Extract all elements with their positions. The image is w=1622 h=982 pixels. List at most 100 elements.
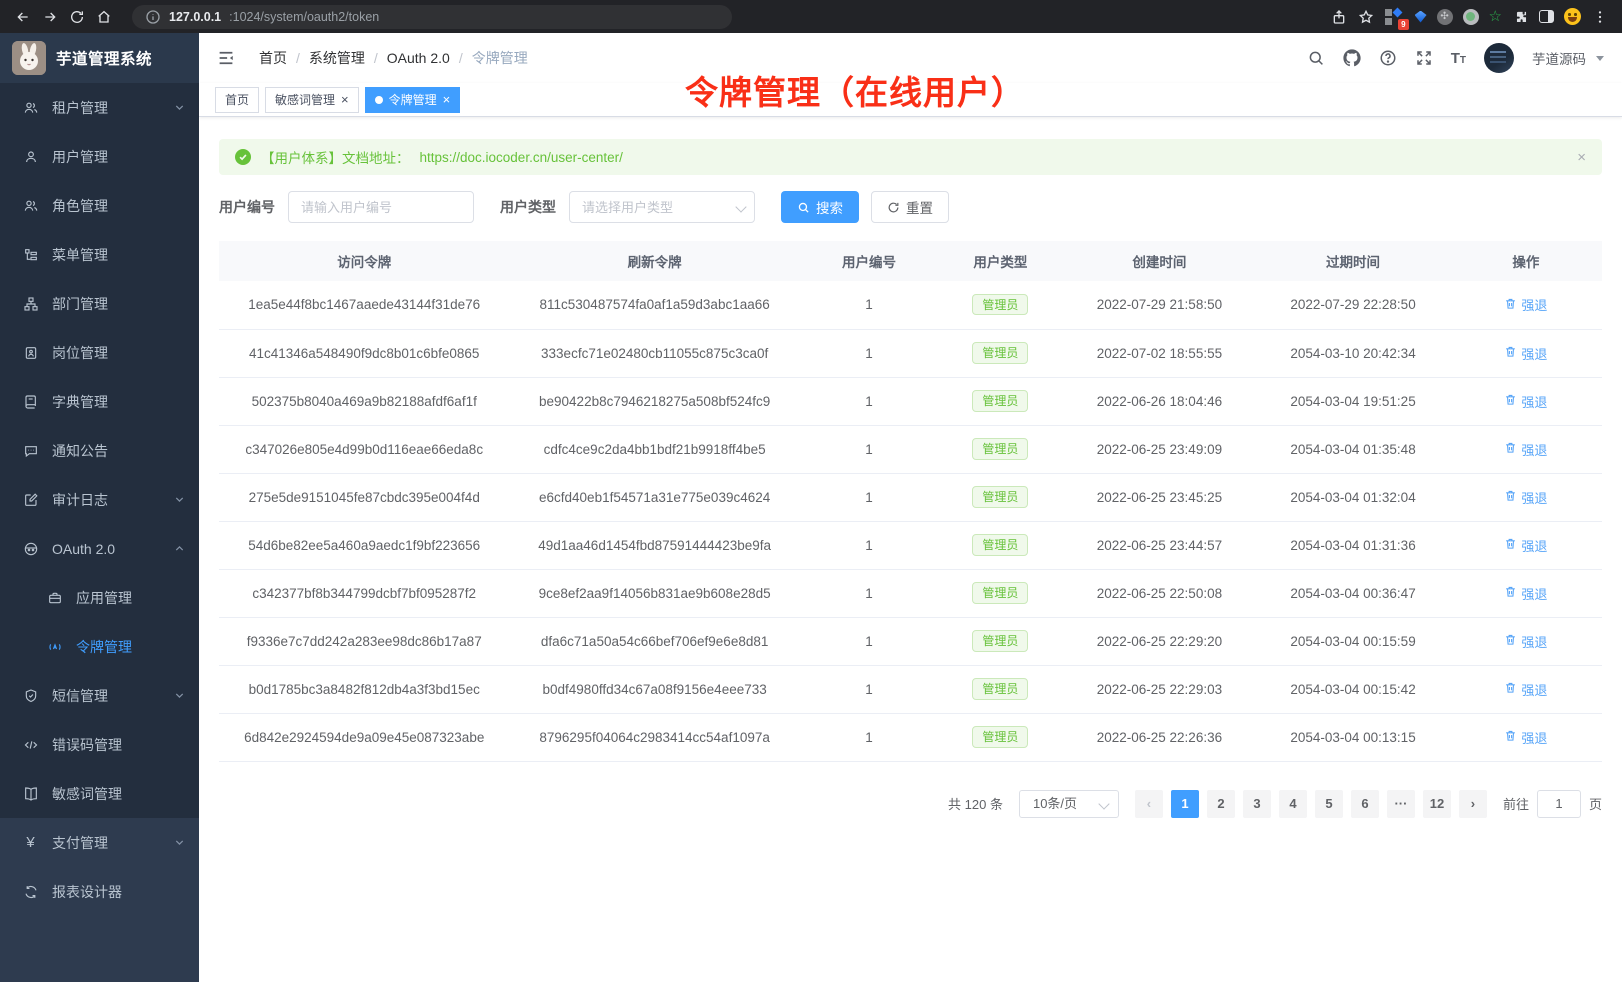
sidebar-item-13[interactable]: 错误码管理 bbox=[0, 720, 199, 769]
share-icon[interactable] bbox=[1331, 8, 1348, 25]
force-logout-label: 强退 bbox=[1521, 295, 1547, 314]
force-logout-button[interactable]: 强退 bbox=[1504, 440, 1547, 459]
action-cell: 强退 bbox=[1450, 377, 1602, 425]
breadcrumb-item[interactable]: 系统管理 bbox=[309, 48, 365, 68]
page-button-3[interactable]: 3 bbox=[1243, 790, 1271, 818]
audit-icon bbox=[22, 491, 39, 508]
user-name[interactable]: 芋道源码 bbox=[1532, 48, 1586, 68]
user-type-badge: 管理员 bbox=[972, 534, 1028, 555]
force-logout-button[interactable]: 强退 bbox=[1504, 584, 1547, 603]
browser-toolbar: 127.0.0.1:1024/system/oauth2/token 9 ✣ ☆ bbox=[0, 0, 1622, 33]
star-extension-icon[interactable]: ☆ bbox=[1489, 9, 1502, 24]
page-button-2[interactable]: 2 bbox=[1207, 790, 1235, 818]
tab-close-icon[interactable]: × bbox=[341, 93, 349, 106]
alert-close-icon[interactable]: × bbox=[1577, 149, 1586, 166]
sidebar-item-6[interactable]: 字典管理 bbox=[0, 377, 199, 426]
sidebar-item-7[interactable]: 通知公告 bbox=[0, 426, 199, 475]
trash-icon bbox=[1504, 729, 1517, 745]
sidebar-item-1[interactable]: 用户管理 bbox=[0, 132, 199, 181]
emoji-profile-icon[interactable] bbox=[1564, 8, 1581, 25]
side-panel-icon[interactable] bbox=[1539, 10, 1554, 23]
breadcrumb-item[interactable]: OAuth 2.0 bbox=[387, 50, 450, 66]
table-row-6: c342377bf8b344799dcbf7bf095287f29ce8ef2a… bbox=[219, 569, 1602, 617]
sidebar-item-14[interactable]: 敏感词管理 bbox=[0, 769, 199, 818]
user-id-input[interactable] bbox=[288, 191, 474, 223]
breadcrumb-separator: / bbox=[296, 50, 300, 66]
puzzle-extensions-icon[interactable] bbox=[1512, 8, 1529, 25]
alert-link[interactable]: https://doc.iocoder.cn/user-center/ bbox=[420, 150, 623, 165]
record-extension-icon[interactable] bbox=[1463, 9, 1479, 25]
gem-extension-icon[interactable] bbox=[1415, 11, 1427, 23]
column-header: 操作 bbox=[1450, 241, 1602, 281]
access-token-cell: b0d1785bc3a8482f812db4a3f3bd15ec bbox=[219, 665, 509, 713]
command-extension-icon[interactable]: ✣ bbox=[1437, 9, 1453, 25]
force-logout-button[interactable]: 强退 bbox=[1504, 728, 1547, 747]
goto-page-input[interactable] bbox=[1537, 790, 1581, 818]
force-logout-button[interactable]: 强退 bbox=[1504, 680, 1547, 699]
force-logout-button[interactable]: 强退 bbox=[1504, 344, 1547, 363]
expire-time-cell: 2054-03-04 19:51:25 bbox=[1256, 377, 1450, 425]
breadcrumb-item[interactable]: 首页 bbox=[259, 48, 287, 68]
user-id-cell: 1 bbox=[800, 281, 938, 329]
pixel-extension-icon[interactable]: 9 bbox=[1385, 8, 1405, 26]
expire-time-cell: 2054-03-04 00:36:47 bbox=[1256, 569, 1450, 617]
sidebar-item-0[interactable]: 租户管理 bbox=[0, 83, 199, 132]
sidebar-item-16[interactable]: 报表设计器 bbox=[0, 867, 199, 916]
page-button-1[interactable]: 1 bbox=[1171, 790, 1199, 818]
force-logout-button[interactable]: 强退 bbox=[1504, 295, 1547, 314]
user-menu-caret-icon[interactable] bbox=[1596, 56, 1604, 61]
force-logout-button[interactable]: 强退 bbox=[1504, 632, 1547, 651]
sidebar-item-11[interactable]: 令牌管理 bbox=[0, 622, 199, 671]
avatar[interactable] bbox=[1484, 43, 1514, 73]
user-type-select-input[interactable] bbox=[569, 191, 755, 223]
tab-0[interactable]: 首页 bbox=[215, 87, 259, 113]
page-ellipsis-button[interactable]: ··· bbox=[1387, 790, 1415, 818]
user-type-select[interactable] bbox=[569, 191, 755, 223]
sidebar-item-9[interactable]: OAuth 2.0 bbox=[0, 524, 199, 573]
site-info-icon[interactable] bbox=[144, 8, 161, 25]
force-logout-button[interactable]: 强退 bbox=[1504, 488, 1547, 507]
fullscreen-icon[interactable] bbox=[1415, 49, 1433, 67]
sidebar-item-15[interactable]: ¥支付管理 bbox=[0, 818, 199, 867]
trash-icon bbox=[1504, 537, 1517, 553]
github-icon[interactable] bbox=[1343, 49, 1361, 67]
tab-1[interactable]: 敏感词管理× bbox=[265, 87, 359, 113]
page-size-select[interactable]: 10条/页 bbox=[1019, 790, 1119, 818]
sidebar-item-8[interactable]: 审计日志 bbox=[0, 475, 199, 524]
sidebar-item-10[interactable]: 应用管理 bbox=[0, 573, 199, 622]
force-logout-button[interactable]: 强退 bbox=[1504, 536, 1547, 555]
prev-page-button[interactable]: ‹ bbox=[1135, 790, 1163, 818]
menu-icon bbox=[22, 246, 39, 263]
token-table-body: 1ea5e44f8bc1467aaede43144f31de76811c5304… bbox=[219, 281, 1602, 761]
page-button-12[interactable]: 12 bbox=[1423, 790, 1451, 818]
help-icon[interactable] bbox=[1379, 49, 1397, 67]
sidebar-item-3[interactable]: 菜单管理 bbox=[0, 230, 199, 279]
tab-2[interactable]: 令牌管理× bbox=[365, 87, 461, 113]
sidebar-item-5[interactable]: 岗位管理 bbox=[0, 328, 199, 377]
access-token-cell: 275e5de9151045fe87cbdc395e004f4d bbox=[219, 473, 509, 521]
trash-icon bbox=[1504, 297, 1517, 313]
app-logo-bar[interactable]: 芋道管理系统 bbox=[0, 33, 199, 83]
page-button-6[interactable]: 6 bbox=[1351, 790, 1379, 818]
sidebar-item-2[interactable]: 角色管理 bbox=[0, 181, 199, 230]
address-bar[interactable]: 127.0.0.1:1024/system/oauth2/token bbox=[132, 5, 732, 29]
sidebar-collapse-icon[interactable] bbox=[217, 49, 235, 67]
browser-menu-icon[interactable] bbox=[1591, 8, 1608, 25]
page-button-4[interactable]: 4 bbox=[1279, 790, 1307, 818]
browser-reload-icon[interactable] bbox=[68, 8, 85, 25]
sidebar-item-4[interactable]: 部门管理 bbox=[0, 279, 199, 328]
sidebar-item-12[interactable]: 短信管理 bbox=[0, 671, 199, 720]
browser-back-icon[interactable] bbox=[14, 8, 31, 25]
sidebar-item-label: 短信管理 bbox=[52, 686, 161, 706]
font-size-icon[interactable]: TT bbox=[1451, 51, 1466, 66]
page-button-5[interactable]: 5 bbox=[1315, 790, 1343, 818]
next-page-button[interactable]: › bbox=[1459, 790, 1487, 818]
search-icon[interactable] bbox=[1307, 49, 1325, 67]
search-button[interactable]: 搜索 bbox=[781, 191, 859, 223]
browser-home-icon[interactable] bbox=[95, 8, 112, 25]
browser-forward-icon[interactable] bbox=[41, 8, 58, 25]
bookmark-star-icon[interactable] bbox=[1358, 8, 1375, 25]
tab-close-icon[interactable]: × bbox=[443, 93, 451, 106]
reset-button[interactable]: 重置 bbox=[871, 191, 949, 223]
force-logout-button[interactable]: 强退 bbox=[1504, 392, 1547, 411]
